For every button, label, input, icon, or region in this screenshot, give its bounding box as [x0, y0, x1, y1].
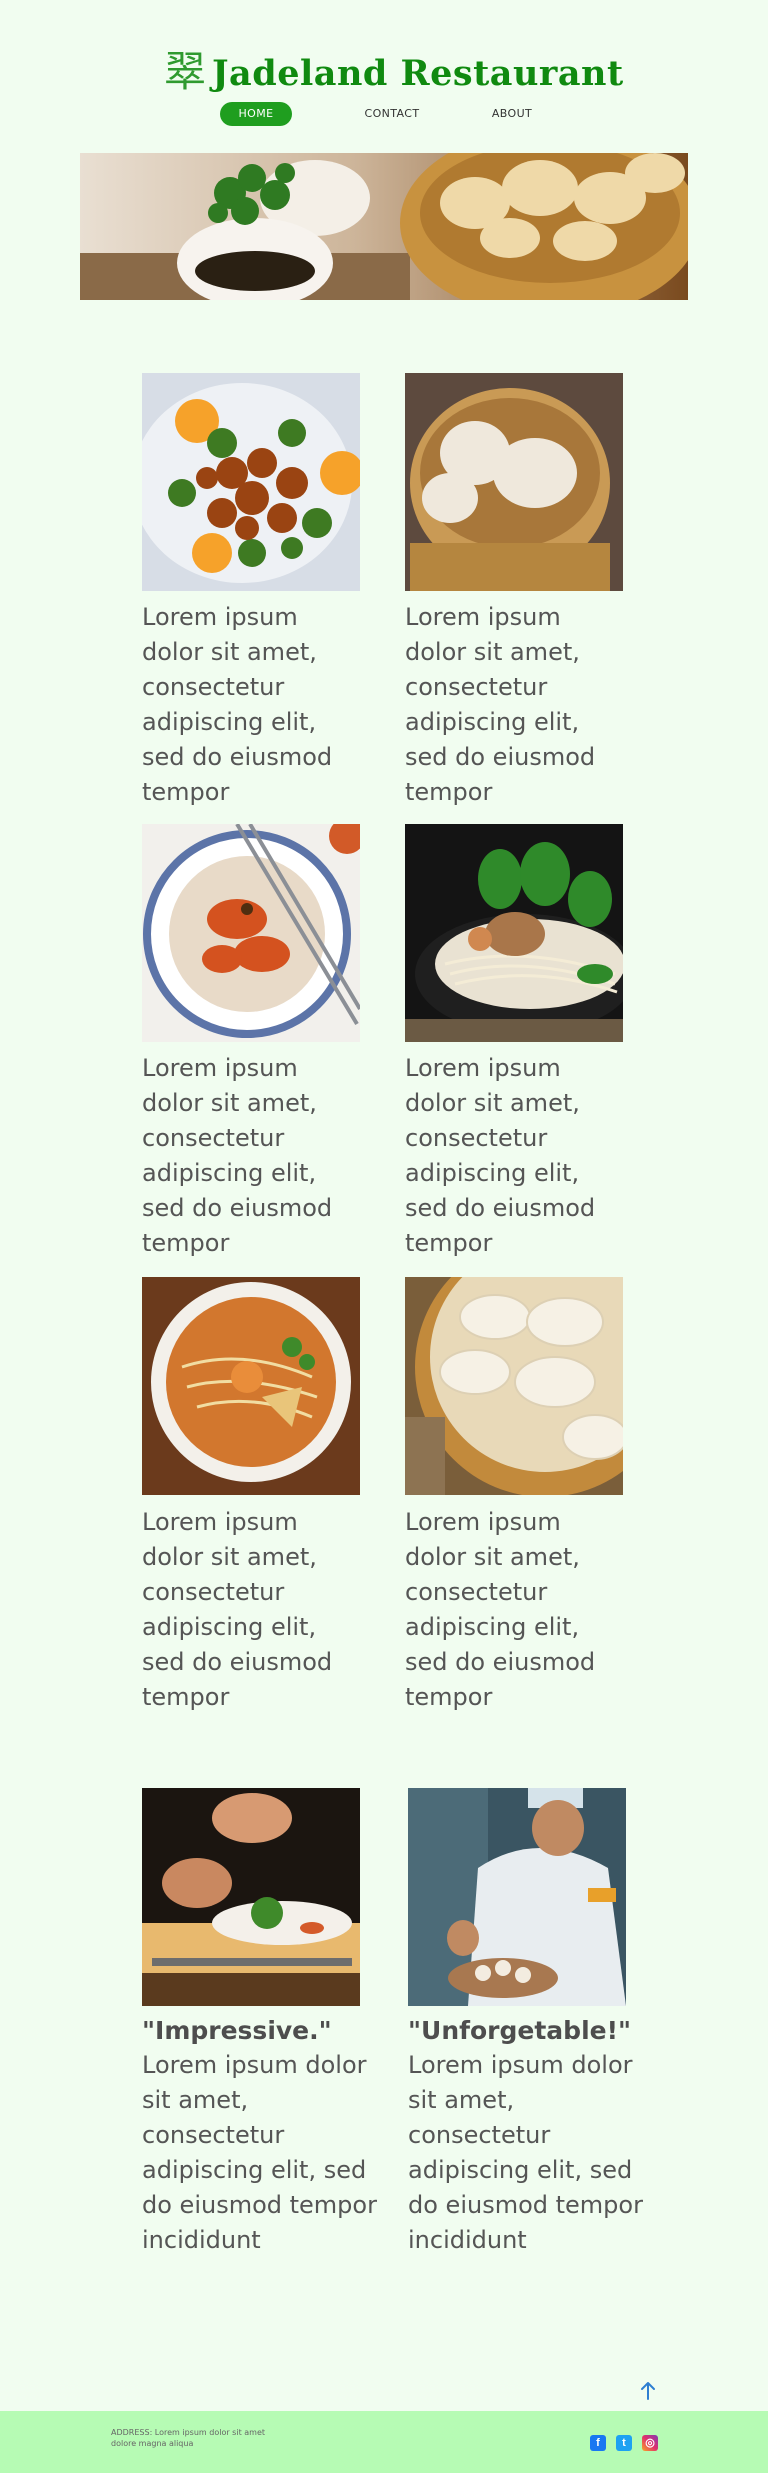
- footer-address: ADDRESS: Lorem ipsum dolor sit amet dolo…: [111, 2428, 266, 2448]
- hero-banner-image: [80, 153, 688, 300]
- menu-caption: Lorem ipsum dolor sit amet, consectetur …: [405, 1054, 596, 1257]
- testimonial-text: Lorem ipsum dolor sit amet, consectetur …: [408, 2051, 643, 2254]
- chef-plating-photo: [142, 1788, 360, 2006]
- site-title[interactable]: Jadeland Restaurant: [212, 50, 624, 98]
- menu-caption: Lorem ipsum dolor sit amet, consectetur …: [405, 1508, 596, 1711]
- twitter-icon[interactable]: t: [616, 2435, 632, 2451]
- logo-icon: 翠: [164, 47, 207, 96]
- testimonial-title: "Unforgetable!": [408, 2016, 632, 2045]
- nav-contact[interactable]: CONTACT: [352, 102, 432, 126]
- menu-caption: Lorem ipsum dolor sit amet, consectetur …: [142, 1508, 333, 1711]
- menu-caption: Lorem ipsum dolor sit amet, consectetur …: [142, 603, 333, 806]
- chef-dumplings-photo: [408, 1788, 626, 2006]
- steamed-dumplings-photo: [405, 373, 623, 591]
- dumplings-steamer-photo: [405, 1277, 623, 1495]
- testimonial-title: "Impressive.": [142, 2016, 332, 2045]
- laksa-noodle-photo: [142, 1277, 360, 1495]
- orange-chicken-photo: [142, 373, 360, 591]
- testimonial-text: Lorem ipsum dolor sit amet, consectetur …: [142, 2051, 377, 2254]
- facebook-icon[interactable]: f: [590, 2435, 606, 2451]
- noodle-soup-photo: [405, 824, 623, 1042]
- nav-home[interactable]: HOME: [220, 102, 292, 126]
- spicy-rice-bowl-photo: [142, 824, 360, 1042]
- nav-about[interactable]: ABOUT: [476, 102, 548, 126]
- menu-caption: Lorem ipsum dolor sit amet, consectetur …: [405, 603, 596, 806]
- menu-caption: Lorem ipsum dolor sit amet, consectetur …: [142, 1054, 333, 1257]
- back-to-top-arrow-icon[interactable]: [638, 2380, 658, 2402]
- instagram-icon[interactable]: ◎: [642, 2435, 658, 2451]
